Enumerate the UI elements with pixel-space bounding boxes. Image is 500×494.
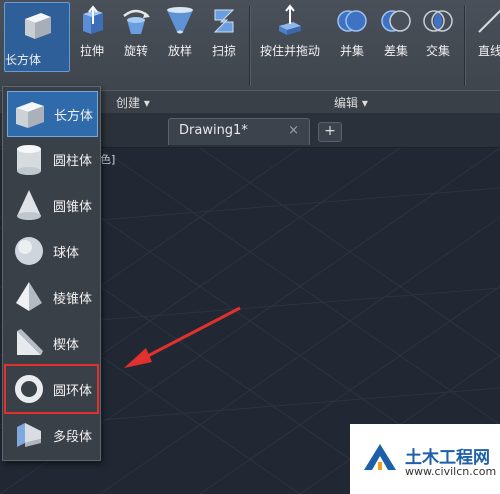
dropdown-item-label: 球体: [53, 246, 80, 261]
subtract-button[interactable]: 差集: [376, 4, 416, 70]
box-icon: [25, 13, 51, 39]
presspull-icon: [279, 4, 301, 35]
viewport-control-label[interactable]: 色]: [100, 151, 115, 167]
intersect-button-label: 交集: [425, 44, 450, 58]
pyramid-icon: [16, 282, 42, 311]
dropdown-item-label: 长方体: [54, 109, 94, 124]
cone-icon: [17, 190, 41, 220]
dropdown-item-label: 楔体: [53, 338, 80, 353]
line-button[interactable]: 直线: [470, 4, 500, 70]
extrude-icon: [83, 5, 103, 34]
dropdown-item-label: 棱锥体: [53, 292, 93, 307]
dropdown-item-cone[interactable]: 圆锥体: [7, 183, 96, 227]
revolve-button-label: 旋转: [123, 44, 148, 58]
box-button-label: 长方体: [5, 53, 42, 67]
subtract-button-label: 差集: [383, 44, 408, 58]
ribbon-separator: [464, 6, 466, 86]
presspull-button-label: 按住并拖动: [259, 44, 320, 58]
cylinder-icon: [17, 145, 41, 175]
subtract-icon: [381, 10, 411, 32]
dropdown-item-label: 圆锥体: [53, 200, 93, 215]
dropdown-item-cylinder[interactable]: 圆柱体: [7, 137, 96, 181]
ribbon-separator: [249, 6, 251, 86]
dropdown-item-box[interactable]: 长方体: [7, 91, 98, 137]
revolve-button[interactable]: 旋转: [116, 4, 156, 70]
sweep-button[interactable]: 扫掠: [204, 4, 244, 70]
box-button[interactable]: 长方体: [4, 2, 70, 72]
solid-primitive-dropdown: 长方体 圆柱体 圆锥体 球体 棱锥体 楔体 圆环体 多段体: [2, 86, 101, 461]
dropdown-item-sphere[interactable]: 球体: [7, 229, 96, 273]
dropdown-item-torus[interactable]: 圆环体: [4, 364, 99, 414]
loft-icon: [167, 7, 193, 34]
extrude-button-label: 拉伸: [79, 44, 104, 58]
loft-button-label: 放样: [167, 44, 192, 58]
polysolid-icon: [17, 423, 41, 447]
watermark-logo-icon: [364, 444, 396, 470]
dropdown-item-polysolid[interactable]: 多段体: [7, 413, 96, 457]
line-icon: [478, 9, 500, 33]
extrude-button[interactable]: 拉伸: [72, 4, 112, 70]
dropdown-item-pyramid[interactable]: 棱锥体: [7, 275, 96, 319]
presspull-button[interactable]: 按住并拖动: [252, 4, 328, 70]
tab-title: Drawing1*: [179, 123, 248, 138]
edit-panel-label[interactable]: 编辑 ▾: [334, 94, 368, 111]
line-button-label: 直线: [477, 44, 500, 58]
sweep-icon: [213, 9, 235, 33]
sphere-icon: [15, 237, 43, 265]
tab-drawing1[interactable]: Drawing1* ×: [168, 118, 310, 145]
union-icon: [337, 10, 367, 32]
revolve-icon: [123, 9, 150, 34]
torus-icon: [15, 375, 43, 403]
wedge-icon: [17, 329, 43, 355]
sweep-button-label: 扫掠: [211, 44, 236, 58]
union-button-label: 并集: [339, 44, 364, 58]
union-button[interactable]: 并集: [332, 4, 372, 70]
intersect-button[interactable]: 交集: [418, 4, 458, 70]
dropdown-item-label: 圆环体: [53, 384, 93, 399]
box-icon: [16, 102, 44, 128]
dropdown-item-wedge[interactable]: 楔体: [7, 321, 96, 365]
new-tab-button[interactable]: +: [318, 122, 342, 142]
intersect-icon: [423, 10, 453, 32]
close-icon[interactable]: ×: [288, 123, 299, 138]
dropdown-item-label: 多段体: [53, 430, 93, 445]
watermark-url: www.civilcn.com: [405, 465, 497, 478]
dropdown-item-label: 圆柱体: [53, 154, 93, 169]
create-panel-label[interactable]: 创建 ▾: [116, 94, 150, 111]
loft-button[interactable]: 放样: [160, 4, 200, 70]
